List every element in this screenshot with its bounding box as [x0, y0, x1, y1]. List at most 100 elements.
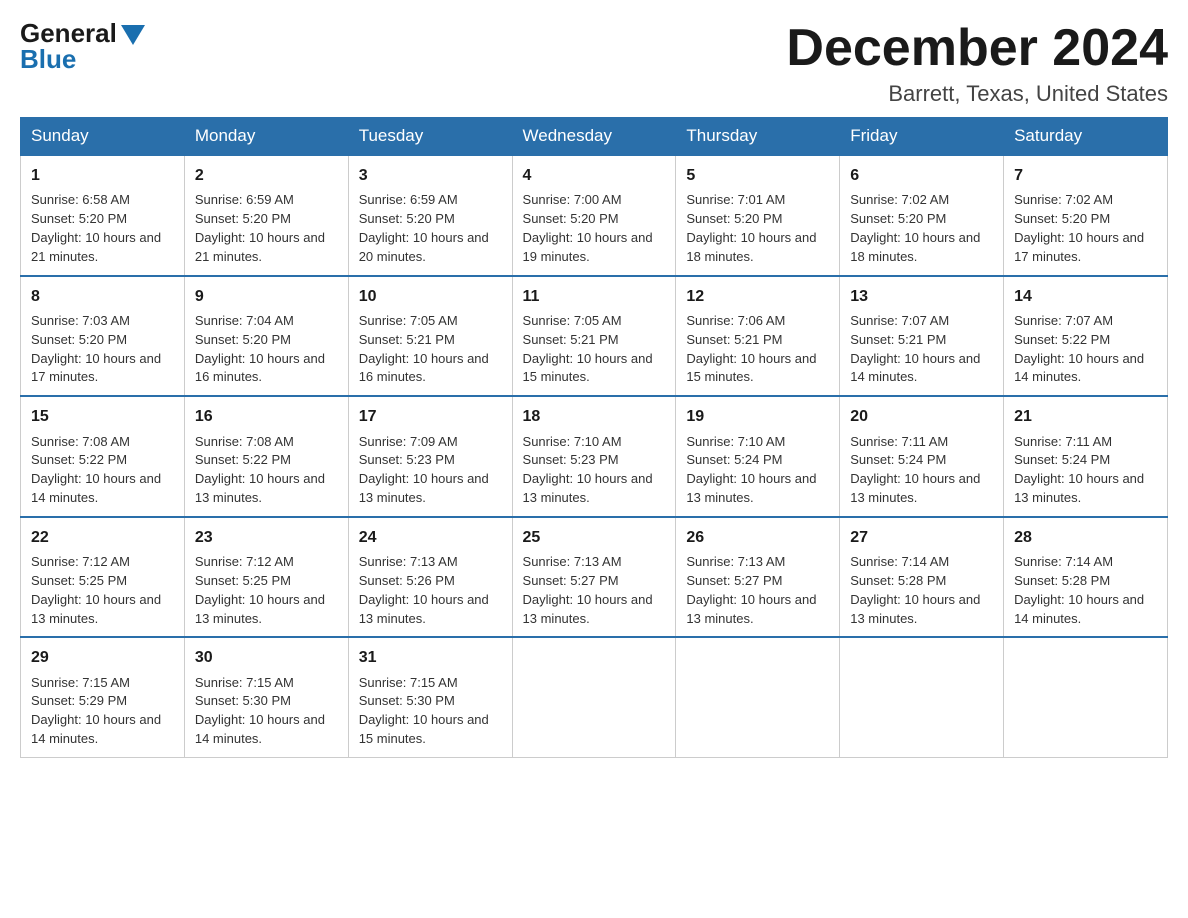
day-number: 7	[1014, 164, 1157, 187]
calendar-cell: 16 Sunrise: 7:08 AMSunset: 5:22 PMDayligh…	[184, 396, 348, 517]
day-number: 18	[523, 405, 666, 428]
logo-general: General	[20, 20, 117, 46]
day-info: Sunrise: 7:05 AMSunset: 5:21 PMDaylight:…	[523, 312, 666, 387]
calendar-cell: 13Sunrise: 7:07 AMSunset: 5:21 PMDayligh…	[840, 276, 1004, 397]
day-info: Sunrise: 7:11 AMSunset: 5:24 PMDaylight:…	[850, 433, 993, 508]
header-saturday: Saturday	[1004, 118, 1168, 156]
week-row-5: 29Sunrise: 7:15 AMSunset: 5:29 PMDayligh…	[21, 637, 1168, 757]
calendar-cell: 24Sunrise: 7:13 AMSunset: 5:26 PMDayligh…	[348, 517, 512, 638]
day-number: 23	[195, 526, 338, 549]
calendar-cell: 30Sunrise: 7:15 AMSunset: 5:30 PMDayligh…	[184, 637, 348, 757]
day-number: 28	[1014, 526, 1157, 549]
calendar-cell: 29Sunrise: 7:15 AMSunset: 5:29 PMDayligh…	[21, 637, 185, 757]
calendar-cell: 3 Sunrise: 6:59 AMSunset: 5:20 PMDaylight…	[348, 155, 512, 276]
day-number: 17	[359, 405, 502, 428]
header-wednesday: Wednesday	[512, 118, 676, 156]
calendar-cell: 25 Sunrise: 7:13 AMSunset: 5:27 PMDayligh…	[512, 517, 676, 638]
header-thursday: Thursday	[676, 118, 840, 156]
day-info: Sunrise: 7:01 AMSunset: 5:20 PMDaylight:…	[686, 191, 829, 266]
day-number: 25	[523, 526, 666, 549]
day-number: 21	[1014, 405, 1157, 428]
calendar-cell: 10 Sunrise: 7:05 AMSunset: 5:21 PMDayligh…	[348, 276, 512, 397]
calendar-cell: 6 Sunrise: 7:02 AMSunset: 5:20 PMDaylight…	[840, 155, 1004, 276]
calendar-cell: 9 Sunrise: 7:04 AMSunset: 5:20 PMDaylight…	[184, 276, 348, 397]
day-info: Sunrise: 7:03 AMSunset: 5:20 PMDaylight:…	[31, 312, 174, 387]
day-info: Sunrise: 7:10 AMSunset: 5:23 PMDaylight:…	[523, 433, 666, 508]
day-number: 30	[195, 646, 338, 669]
logo-triangle-icon	[121, 25, 145, 45]
calendar-cell: 14 Sunrise: 7:07 AMSunset: 5:22 PMDayligh…	[1004, 276, 1168, 397]
calendar-cell: 15 Sunrise: 7:08 AMSunset: 5:22 PMDayligh…	[21, 396, 185, 517]
day-number: 24	[359, 526, 502, 549]
header-friday: Friday	[840, 118, 1004, 156]
day-info: Sunrise: 7:00 AMSunset: 5:20 PMDaylight:…	[523, 191, 666, 266]
day-info: Sunrise: 7:12 AMSunset: 5:25 PMDaylight:…	[31, 553, 174, 628]
day-info: Sunrise: 7:13 AMSunset: 5:27 PMDaylight:…	[686, 553, 829, 628]
day-number: 8	[31, 285, 174, 308]
day-info: Sunrise: 7:14 AMSunset: 5:28 PMDaylight:…	[1014, 553, 1157, 628]
calendar-header-row: SundayMondayTuesdayWednesdayThursdayFrid…	[21, 118, 1168, 156]
calendar-cell: 27 Sunrise: 7:14 AMSunset: 5:28 PMDayligh…	[840, 517, 1004, 638]
header-tuesday: Tuesday	[348, 118, 512, 156]
logo-blue: Blue	[20, 46, 76, 72]
header-monday: Monday	[184, 118, 348, 156]
day-info: Sunrise: 7:08 AMSunset: 5:22 PMDaylight:…	[195, 433, 338, 508]
day-info: Sunrise: 7:13 AMSunset: 5:27 PMDaylight:…	[523, 553, 666, 628]
week-row-2: 8 Sunrise: 7:03 AMSunset: 5:20 PMDaylight…	[21, 276, 1168, 397]
calendar-cell: 20 Sunrise: 7:11 AMSunset: 5:24 PMDayligh…	[840, 396, 1004, 517]
day-info: Sunrise: 7:14 AMSunset: 5:28 PMDaylight:…	[850, 553, 993, 628]
calendar-cell: 2 Sunrise: 6:59 AMSunset: 5:20 PMDaylight…	[184, 155, 348, 276]
day-number: 5	[686, 164, 829, 187]
day-info: Sunrise: 7:12 AMSunset: 5:25 PMDaylight:…	[195, 553, 338, 628]
day-number: 9	[195, 285, 338, 308]
calendar-cell: 26 Sunrise: 7:13 AMSunset: 5:27 PMDayligh…	[676, 517, 840, 638]
calendar-cell: 4Sunrise: 7:00 AMSunset: 5:20 PMDaylight…	[512, 155, 676, 276]
day-info: Sunrise: 6:59 AMSunset: 5:20 PMDaylight:…	[195, 191, 338, 266]
calendar-cell: 17 Sunrise: 7:09 AMSunset: 5:23 PMDayligh…	[348, 396, 512, 517]
week-row-3: 15 Sunrise: 7:08 AMSunset: 5:22 PMDayligh…	[21, 396, 1168, 517]
calendar-title: December 2024	[786, 20, 1168, 77]
day-number: 20	[850, 405, 993, 428]
day-number: 14	[1014, 285, 1157, 308]
calendar-cell: 18 Sunrise: 7:10 AMSunset: 5:23 PMDayligh…	[512, 396, 676, 517]
day-info: Sunrise: 7:15 AMSunset: 5:29 PMDaylight:…	[31, 674, 174, 749]
day-number: 15	[31, 405, 174, 428]
calendar-table: SundayMondayTuesdayWednesdayThursdayFrid…	[20, 117, 1168, 758]
day-number: 31	[359, 646, 502, 669]
day-number: 2	[195, 164, 338, 187]
calendar-cell: 22Sunrise: 7:12 AMSunset: 5:25 PMDayligh…	[21, 517, 185, 638]
calendar-cell: 23 Sunrise: 7:12 AMSunset: 5:25 PMDayligh…	[184, 517, 348, 638]
calendar-cell: 7 Sunrise: 7:02 AMSunset: 5:20 PMDaylight…	[1004, 155, 1168, 276]
calendar-cell: 28 Sunrise: 7:14 AMSunset: 5:28 PMDayligh…	[1004, 517, 1168, 638]
day-info: Sunrise: 7:06 AMSunset: 5:21 PMDaylight:…	[686, 312, 829, 387]
day-info: Sunrise: 6:58 AMSunset: 5:20 PMDaylight:…	[31, 191, 174, 266]
week-row-4: 22Sunrise: 7:12 AMSunset: 5:25 PMDayligh…	[21, 517, 1168, 638]
calendar-cell: 8 Sunrise: 7:03 AMSunset: 5:20 PMDaylight…	[21, 276, 185, 397]
calendar-cell	[840, 637, 1004, 757]
day-info: Sunrise: 7:05 AMSunset: 5:21 PMDaylight:…	[359, 312, 502, 387]
day-info: Sunrise: 7:02 AMSunset: 5:20 PMDaylight:…	[850, 191, 993, 266]
day-number: 16	[195, 405, 338, 428]
day-info: Sunrise: 6:59 AMSunset: 5:20 PMDaylight:…	[359, 191, 502, 266]
day-info: Sunrise: 7:09 AMSunset: 5:23 PMDaylight:…	[359, 433, 502, 508]
calendar-cell	[1004, 637, 1168, 757]
header-sunday: Sunday	[21, 118, 185, 156]
day-number: 6	[850, 164, 993, 187]
logo: General Blue	[20, 20, 145, 72]
day-number: 26	[686, 526, 829, 549]
day-info: Sunrise: 7:07 AMSunset: 5:21 PMDaylight:…	[850, 312, 993, 387]
day-number: 12	[686, 285, 829, 308]
day-number: 19	[686, 405, 829, 428]
day-info: Sunrise: 7:08 AMSunset: 5:22 PMDaylight:…	[31, 433, 174, 508]
week-row-1: 1 Sunrise: 6:58 AMSunset: 5:20 PMDaylight…	[21, 155, 1168, 276]
day-info: Sunrise: 7:04 AMSunset: 5:20 PMDaylight:…	[195, 312, 338, 387]
day-info: Sunrise: 7:02 AMSunset: 5:20 PMDaylight:…	[1014, 191, 1157, 266]
day-number: 27	[850, 526, 993, 549]
day-number: 1	[31, 164, 174, 187]
calendar-cell: 12 Sunrise: 7:06 AMSunset: 5:21 PMDayligh…	[676, 276, 840, 397]
day-info: Sunrise: 7:07 AMSunset: 5:22 PMDaylight:…	[1014, 312, 1157, 387]
day-number: 3	[359, 164, 502, 187]
calendar-cell: 1 Sunrise: 6:58 AMSunset: 5:20 PMDaylight…	[21, 155, 185, 276]
day-number: 10	[359, 285, 502, 308]
day-number: 11	[523, 285, 666, 308]
